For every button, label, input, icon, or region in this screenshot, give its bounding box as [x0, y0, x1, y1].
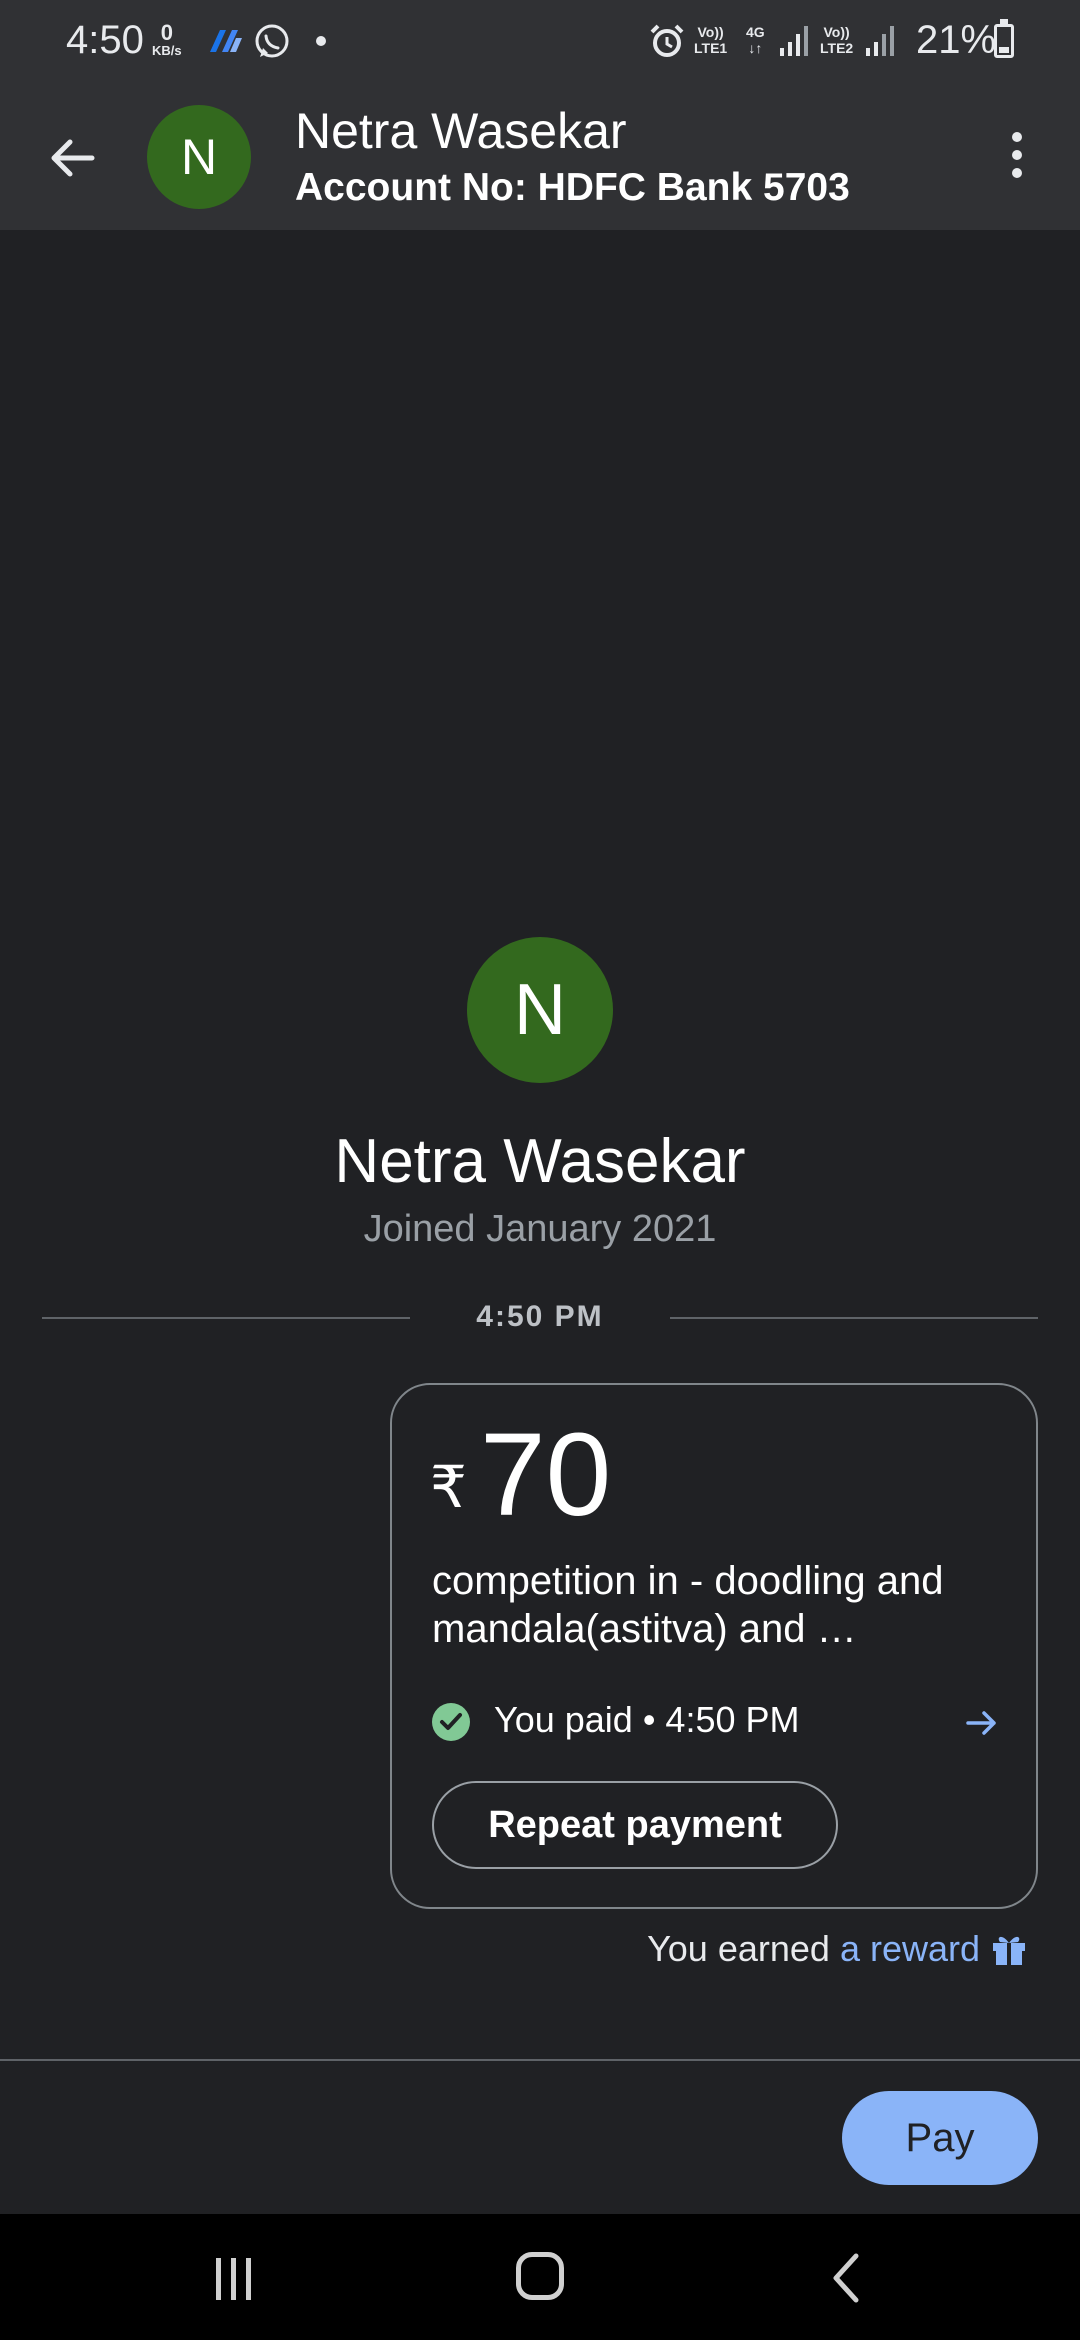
net-speed-value: 0: [160, 20, 173, 45]
status-time: 4:50: [66, 18, 144, 62]
notification-dot-icon: [316, 36, 326, 46]
battery-percent: 21%: [916, 18, 997, 62]
payment-note: competition in - doodling and mandala(as…: [432, 1559, 944, 1651]
sim1-volte-bottom: LTE1: [694, 40, 728, 56]
sim2-volte-top: Vo)): [823, 24, 850, 40]
joined-date: Joined January 2021: [363, 1208, 717, 1250]
payment-status-row[interactable]: You paid • 4:50 PM: [432, 1697, 1002, 1747]
sim1-network-type: 4G: [746, 24, 765, 40]
payment-card[interactable]: ₹ 70 competition in - doodling and manda…: [390, 1383, 1038, 1909]
reward-prefix: You earned: [647, 1928, 840, 1969]
pay-button[interactable]: Pay: [842, 2091, 1038, 2185]
sim1-network: 4G ↓↑: [746, 24, 765, 56]
avatar[interactable]: N: [147, 105, 251, 209]
sim2-volte-bottom: LTE2: [820, 40, 854, 56]
contact-name-header[interactable]: Netra Wasekar: [295, 102, 627, 160]
sim1-network-activity: ↓↑: [748, 40, 763, 56]
bottom-divider: [0, 2059, 1080, 2061]
payment-status: You paid • 4:50 PM: [494, 1699, 800, 1740]
recent-apps-icon[interactable]: [216, 2258, 262, 2300]
check-circle-icon: [432, 1703, 470, 1741]
signal-icon: [866, 26, 894, 56]
payment-amount: 70: [480, 1409, 612, 1541]
net-speed: 0 KB/s: [152, 22, 182, 58]
alarm-icon: [650, 24, 684, 57]
app-bar: N Netra Wasekar Account No: HDFC Bank 57…: [0, 84, 1080, 230]
pay-app-icon: [210, 30, 242, 52]
whatsapp-icon: [255, 24, 289, 58]
sim1-volte-top: Vo)): [697, 24, 724, 40]
home-icon[interactable]: [516, 2252, 564, 2300]
more-options-icon[interactable]: [1000, 128, 1034, 188]
nav-back-icon[interactable]: [826, 2250, 866, 2306]
sim2-volte: Vo)) LTE2: [820, 24, 853, 56]
divider-right: [670, 1317, 1038, 1319]
divider-left: [42, 1317, 410, 1319]
back-arrow-icon[interactable]: [44, 128, 104, 188]
repeat-payment-button[interactable]: Repeat payment: [432, 1781, 838, 1869]
reward-link[interactable]: a reward: [840, 1928, 980, 1969]
arrow-right-icon[interactable]: [962, 1703, 1002, 1743]
currency-symbol: ₹: [430, 1455, 467, 1520]
account-number: Account No: HDFC Bank 5703: [295, 166, 850, 209]
system-nav-bar: [0, 2214, 1080, 2340]
contact-name: Netra Wasekar: [334, 1127, 746, 1196]
status-bar: 4:50 0 KB/s Vo)) LTE1 4G ↓↑ Vo)) LTE2 21…: [0, 0, 1080, 84]
net-speed-unit: KB/s: [152, 43, 182, 58]
timeline-time: 4:50 PM: [476, 1300, 604, 1333]
battery-icon: [994, 19, 1014, 58]
signal-icon: [780, 26, 808, 56]
sim1-volte: Vo)) LTE1: [694, 24, 727, 56]
reward-line: You earned a reward: [647, 1928, 1028, 1970]
gift-icon[interactable]: [990, 1931, 1028, 1967]
contact-avatar: N: [467, 937, 613, 1083]
